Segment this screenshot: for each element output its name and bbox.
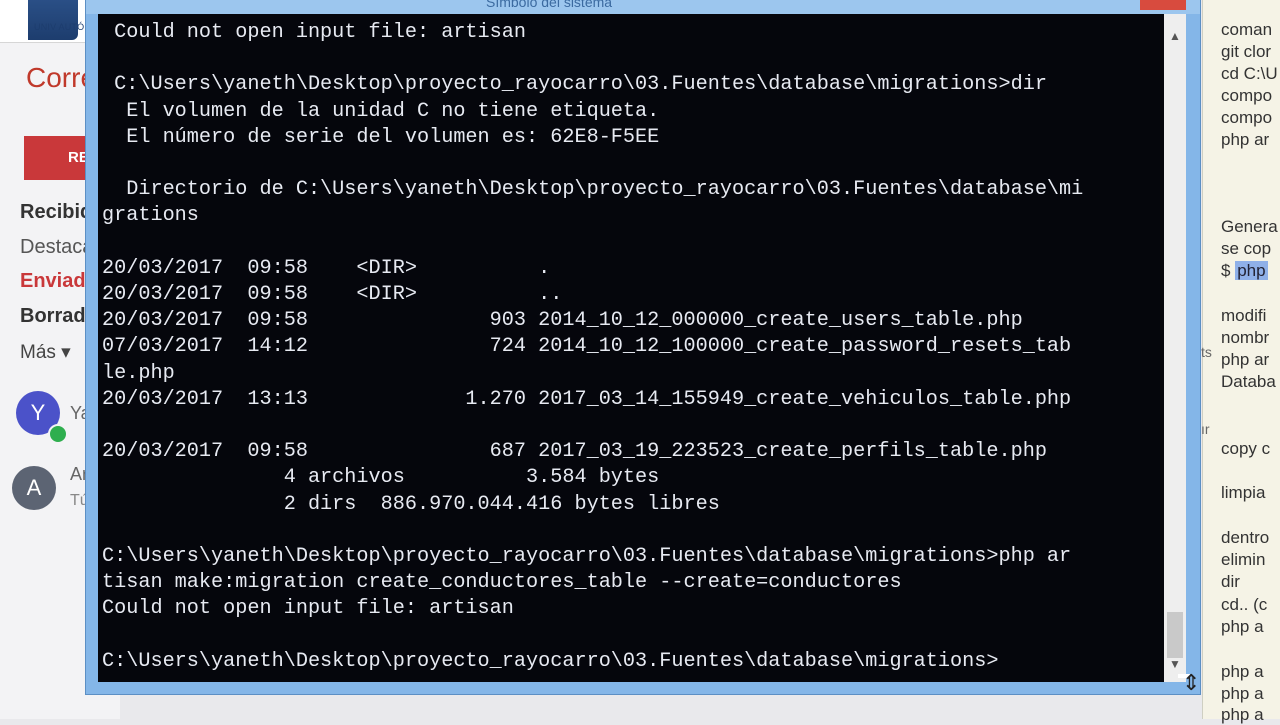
doc-fragment: ts (1201, 344, 1212, 360)
doc-line: limpia (1221, 483, 1266, 502)
vertical-scrollbar[interactable]: ▲ ▼ (1164, 14, 1186, 682)
terminal-line: 4 archivos 3.584 bytes (102, 466, 660, 490)
doc-line: php a (1221, 617, 1264, 636)
terminal-line: 20/03/2017 09:58 903 2014_10_12_000000_c… (102, 309, 1023, 333)
terminal-line: 2 dirs 886.970.044.416 bytes libres (102, 492, 720, 516)
terminal-line: Could not open input file: artisan (102, 21, 527, 44)
terminal-line: C:\Users\yaneth\Desktop\proyecto_rayocar… (102, 649, 999, 673)
doc-line: $ php (1221, 261, 1268, 281)
doc-line: dir (1221, 572, 1240, 591)
console-output-area[interactable]: Could not open input file: artisan C:\Us… (98, 14, 1164, 682)
doc-line: php a (1221, 684, 1264, 703)
doc-line: compo (1221, 86, 1273, 105)
doc-line: Genera (1221, 217, 1278, 236)
doc-line: cd.. (c (1221, 595, 1268, 614)
scroll-up-icon[interactable]: ▲ (1164, 28, 1186, 44)
doc-line: git clor (1221, 42, 1272, 61)
doc-fragment: ır (1201, 421, 1210, 437)
doc-line: se cop (1221, 239, 1272, 258)
close-button[interactable] (1140, 0, 1186, 10)
terminal-line: El número de serie del volumen es: 62E8-… (102, 125, 660, 149)
doc-line: cd C:\U (1221, 64, 1278, 83)
terminal-line: C:\Users\yaneth\Desktop\proyecto_rayocar… (102, 545, 1072, 569)
scroll-thumb[interactable] (1167, 612, 1183, 658)
folder-inbox[interactable]: Recibid (20, 201, 92, 224)
doc-line: coman (1221, 20, 1273, 39)
doc-prompt: $ (1221, 261, 1236, 280)
terminal-line: tisan make:migration create_conductores_… (102, 571, 902, 595)
terminal-line: grations (102, 204, 199, 228)
terminal-line: 07/03/2017 14:12 724 2014_10_12_100000_c… (102, 335, 1072, 359)
university-logo (28, 0, 78, 40)
document-panel: coman git clor cd C:\U compo compo php a… (1202, 0, 1280, 724)
resize-cursor-icon: ⇕ (1182, 670, 1201, 695)
folder-starred[interactable]: Destaca (20, 236, 93, 259)
terminal-line: C:\Users\yaneth\Desktop\proyecto_rayocar… (102, 73, 1047, 97)
terminal-line: 20/03/2017 09:58 <DIR> . (102, 256, 551, 280)
doc-line: modifi (1221, 306, 1267, 325)
terminal-line: Directorio de C:\Users\yaneth\Desktop\pr… (102, 178, 1084, 202)
doc-line: php a (1221, 662, 1264, 681)
command-prompt-window[interactable]: Símbolo del sistema Could not open input… (86, 0, 1200, 694)
folder-more[interactable]: Más ▾ (20, 341, 71, 364)
online-status-icon (48, 424, 68, 444)
terminal-line: 20/03/2017 13:13 1.270 2017_03_14_155949… (102, 387, 1072, 411)
terminal-line: 20/03/2017 09:58 687 2017_03_19_223523_c… (102, 440, 1047, 464)
terminal-line: Could not open input file: artisan (102, 597, 514, 621)
doc-line: dentro (1221, 528, 1270, 547)
terminal-line: El volumen de la unidad C no tiene etiqu… (102, 99, 660, 123)
window-titlebar[interactable]: Símbolo del sistema (86, 0, 1200, 14)
doc-line: copy c (1221, 439, 1271, 458)
window-title: Símbolo del sistema (486, 0, 613, 10)
terminal-line: le.php (102, 361, 175, 385)
doc-line: compo (1221, 108, 1273, 127)
doc-line: nombr (1221, 328, 1270, 347)
doc-highlighted-text: php (1235, 261, 1268, 280)
terminal-output: Could not open input file: artisan C:\Us… (102, 20, 1162, 680)
doc-line: Databa (1221, 372, 1276, 391)
doc-line: elimin (1221, 550, 1266, 569)
terminal-line: 20/03/2017 09:58 <DIR> .. (102, 283, 563, 307)
avatar[interactable]: A (12, 466, 56, 510)
doc-line: php ar (1221, 350, 1270, 369)
doc-line: php a (1221, 705, 1264, 724)
doc-line: php ar (1221, 130, 1270, 149)
